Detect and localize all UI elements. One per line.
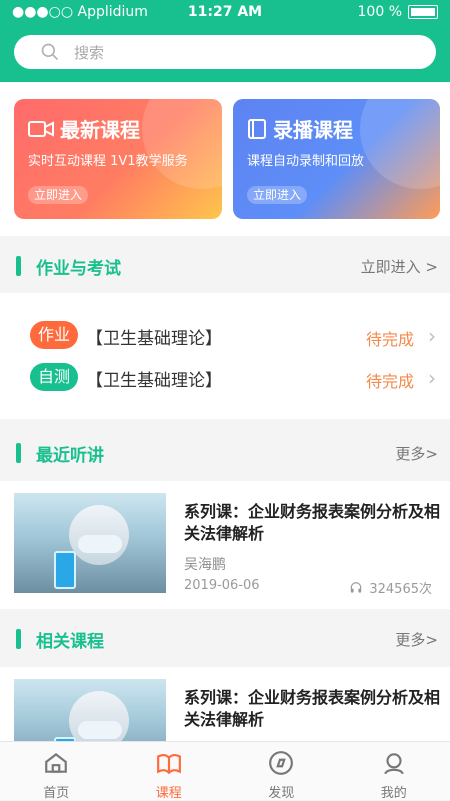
search-icon xyxy=(40,42,60,62)
tab-profile[interactable]: 我的 xyxy=(338,742,450,800)
recent-title: 最近听讲 xyxy=(36,441,104,466)
compass-icon xyxy=(268,750,294,776)
book-icon xyxy=(247,118,267,140)
recent-more-link[interactable]: 更多> xyxy=(395,443,438,464)
homework-row-1[interactable]: 作业 【卫生基础理论】 待完成 › xyxy=(30,320,440,350)
homework-status-1: 待完成 xyxy=(366,326,414,350)
course-book-icon xyxy=(156,750,182,776)
battery-area: 100 % xyxy=(358,4,438,20)
homework-title-2: 【卫生基础理论】 xyxy=(86,366,222,391)
course-author: 吴海鹏 xyxy=(184,554,226,574)
related-header: 相关课程 更多> xyxy=(0,611,450,667)
course-title: 系列课：企业财务报表案例分析及相关法律解析 xyxy=(184,501,440,545)
course-views: 324565次 xyxy=(349,578,432,597)
tab-course-label: 课程 xyxy=(113,782,226,801)
section-accent xyxy=(16,256,21,276)
bottom-tab-bar: 首页 课程 发现 我的 xyxy=(0,741,450,800)
homework-list: 作业 【卫生基础理论】 待完成 › 自测 【卫生基础理论】 待完成 › xyxy=(0,293,450,419)
homework-title-1: 【卫生基础理论】 xyxy=(86,324,222,349)
live-course-enter-button[interactable]: 立即进入 xyxy=(28,186,88,204)
recent-course-item[interactable]: 系列课：企业财务报表案例分析及相关法律解析 吴海鹏 2019-06-06 324… xyxy=(0,481,450,609)
headphones-icon xyxy=(349,581,363,595)
battery-label: 100 % xyxy=(358,4,402,20)
recorded-course-card[interactable]: 录播课程 课程自动录制和回放 立即进入 xyxy=(233,99,440,219)
course-thumbnail xyxy=(14,493,166,593)
related-title: 相关课程 xyxy=(36,627,104,652)
search-input[interactable]: 搜索 xyxy=(14,35,436,69)
homework-row-2[interactable]: 自测 【卫生基础理论】 待完成 › xyxy=(30,362,440,392)
homework-status-2: 待完成 xyxy=(366,368,414,392)
homework-enter-link[interactable]: 立即进入 > xyxy=(361,256,438,277)
tab-course[interactable]: 课程 xyxy=(113,742,226,800)
live-course-label: 最新课程 xyxy=(60,114,140,143)
section-accent xyxy=(16,443,21,463)
section-accent xyxy=(16,629,21,649)
selftest-tag: 自测 xyxy=(30,363,78,391)
homework-title: 作业与考试 xyxy=(36,254,121,279)
tab-home-label: 首页 xyxy=(0,782,113,801)
header-bar: ●●●○○ Applidium 11:27 AM 100 % 搜索 xyxy=(0,0,450,82)
course-title: 系列课：企业财务报表案例分析及相关法律解析 xyxy=(184,687,440,731)
homework-header: 作业与考试 立即进入 > xyxy=(0,238,450,294)
recorded-course-enter-button[interactable]: 立即进入 xyxy=(247,186,307,204)
recorded-course-subtitle: 课程自动录制和回放 xyxy=(247,150,364,169)
tab-discover-label: 发现 xyxy=(225,782,338,801)
live-course-card[interactable]: 最新课程 实时互动课程 1V1教学服务 立即进入 xyxy=(14,99,222,219)
chevron-right-icon: › xyxy=(428,366,436,390)
live-course-title: 最新课程 xyxy=(28,114,140,143)
battery-icon xyxy=(408,5,438,19)
recent-header: 最近听讲 更多> xyxy=(0,425,450,481)
search-placeholder: 搜索 xyxy=(74,42,104,63)
status-bar: ●●●○○ Applidium 11:27 AM 100 % xyxy=(0,0,450,26)
tab-discover[interactable]: 发现 xyxy=(225,742,338,800)
homework-tag: 作业 xyxy=(30,321,78,349)
course-date: 2019-06-06 xyxy=(184,578,260,593)
recorded-course-title: 录播课程 xyxy=(247,114,353,143)
video-camera-icon xyxy=(28,119,54,139)
profile-icon xyxy=(381,750,407,776)
tab-profile-label: 我的 xyxy=(338,782,450,801)
related-more-link[interactable]: 更多> xyxy=(395,629,438,650)
views-count: 324565次 xyxy=(369,578,432,597)
tab-home[interactable]: 首页 xyxy=(0,742,113,800)
banner-section: 最新课程 实时互动课程 1V1教学服务 立即进入 录播课程 课程自动录制和回放 … xyxy=(0,82,450,236)
live-course-subtitle: 实时互动课程 1V1教学服务 xyxy=(28,150,188,169)
chevron-right-icon: › xyxy=(428,324,436,348)
home-icon xyxy=(43,750,69,776)
recorded-course-label: 录播课程 xyxy=(273,114,353,143)
